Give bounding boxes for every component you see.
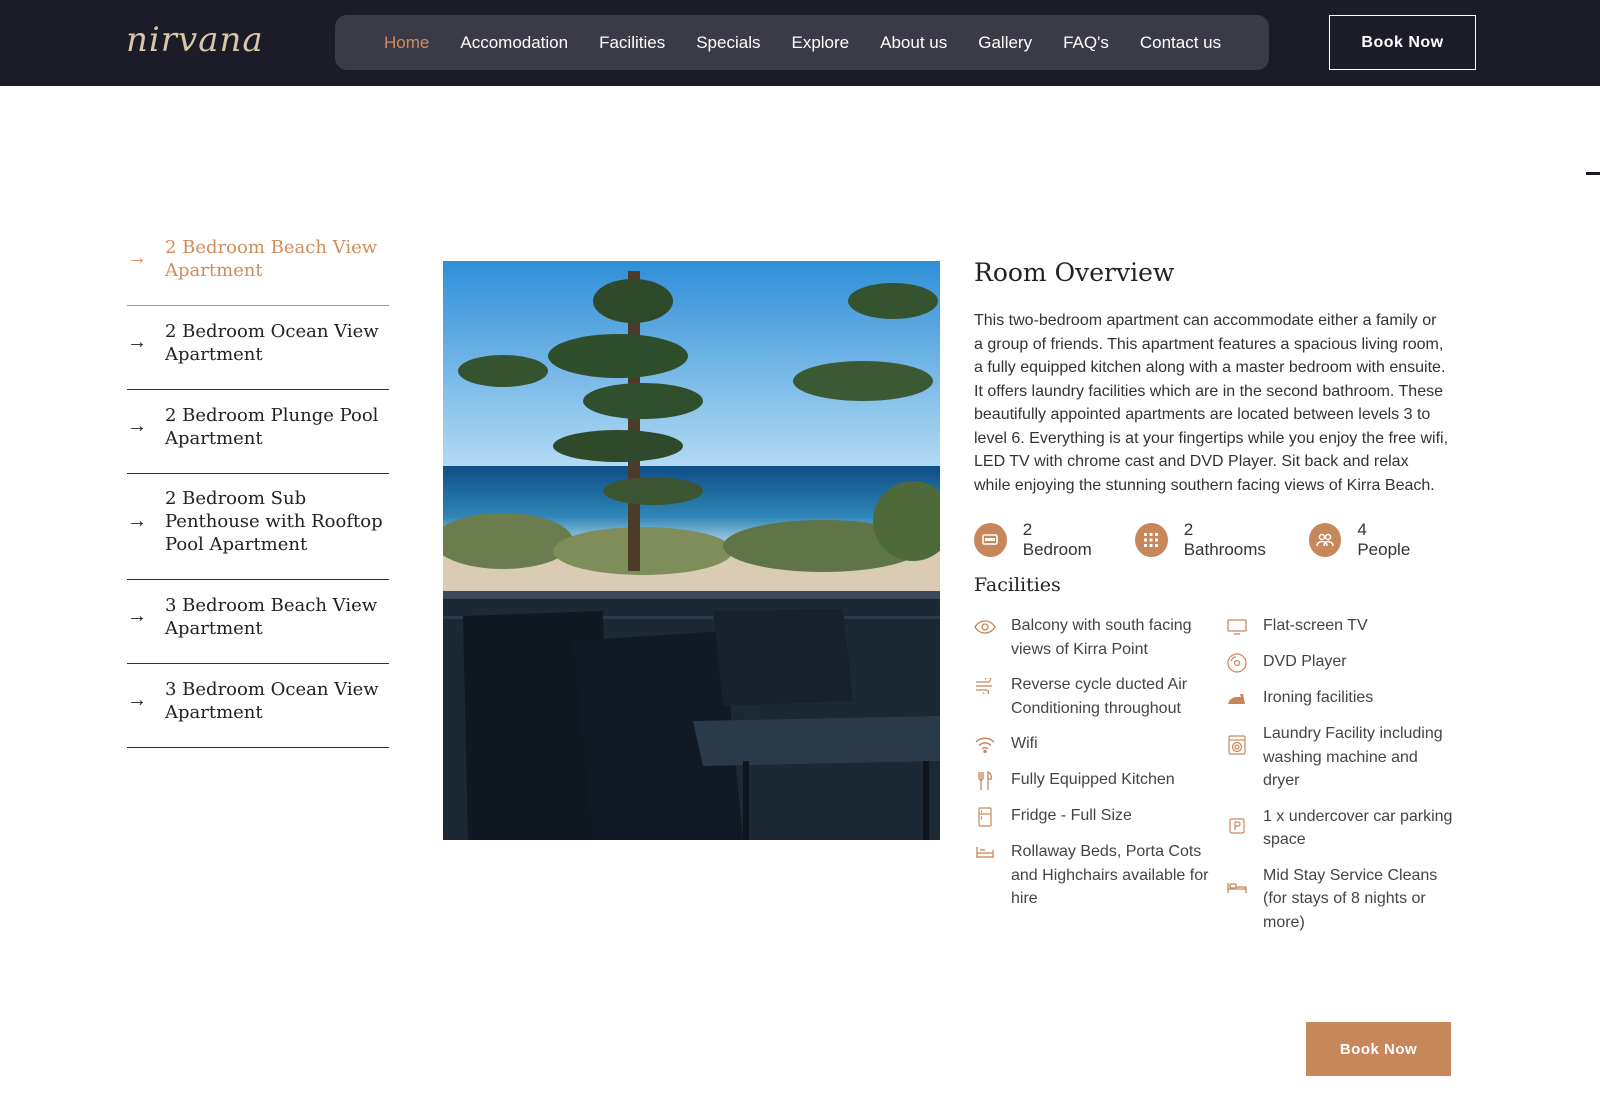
scroll-indicator [1586, 172, 1600, 175]
room-item-3br-ocean-view[interactable]: → 3 Bedroom Ocean View Apartment [127, 664, 389, 748]
room-item-2br-ocean-view[interactable]: → 2 Bedroom Ocean View Apartment [127, 306, 389, 390]
stat-label: 4 People [1357, 520, 1411, 559]
room-item-label: 3 Bedroom Ocean View Apartment [165, 678, 379, 723]
facility-item: Mid Stay Service Cleans (for stays of 8 … [1226, 864, 1456, 935]
room-overview-title: Room Overview [974, 258, 1175, 287]
facility-item: Balcony with south facing views of Kirra… [974, 614, 1214, 661]
wind-icon [974, 675, 996, 697]
stat-bathrooms: 2 Bathrooms [1134, 520, 1277, 560]
room-overview-text: This two-bedroom apartment can accommoda… [974, 312, 1449, 494]
facility-item: Reverse cycle ducted Air Conditioning th… [974, 673, 1214, 720]
facility-item: Flat-screen TV [1226, 614, 1456, 638]
parking-icon [1226, 815, 1248, 837]
arrow-right-icon: → [127, 415, 147, 437]
facility-label: DVD Player [1263, 653, 1347, 670]
room-item-label: 2 Bedroom Beach View Apartment [165, 236, 378, 281]
nav-explore[interactable]: Explore [791, 33, 849, 53]
facilities-column-right: Flat-screen TV DVD Player Ironing facili… [1226, 614, 1456, 946]
stat-people: 4 People [1308, 520, 1422, 560]
disc-icon [1226, 652, 1248, 674]
room-item-2br-beach-view[interactable]: → 2 Bedroom Beach View Apartment [127, 222, 389, 306]
room-item-2br-plunge-pool[interactable]: → 2 Bedroom Plunge Pool Apartment [127, 390, 389, 474]
nav-facilities[interactable]: Facilities [599, 33, 665, 53]
wifi-icon [974, 734, 996, 756]
room-photo [443, 261, 940, 840]
room-item-3br-beach-view[interactable]: → 3 Bedroom Beach View Apartment [127, 580, 389, 664]
cot-icon [974, 842, 996, 864]
room-item-label: 2 Bedroom Ocean View Apartment [165, 320, 379, 365]
facility-item: DVD Player [1226, 650, 1456, 674]
bed-icon [1226, 876, 1248, 898]
stat-bedrooms: 2 Bedroom [974, 520, 1103, 560]
nav-faqs[interactable]: FAQ's [1063, 33, 1109, 53]
arrow-right-icon: → [127, 510, 147, 532]
eye-icon [974, 616, 996, 638]
nav-specials[interactable]: Specials [696, 33, 760, 53]
facility-label: Flat-screen TV [1263, 617, 1368, 634]
main-nav: Home Accomodation Facilities Specials Ex… [335, 15, 1269, 70]
iron-icon [1226, 688, 1248, 710]
stat-label: 2 Bedroom [1022, 520, 1092, 559]
stat-label: 2 Bathrooms [1183, 520, 1266, 559]
facility-item: Rollaway Beds, Porta Cots and Highchairs… [974, 840, 1214, 911]
arrow-right-icon: → [127, 247, 147, 269]
room-item-label: 3 Bedroom Beach View Apartment [165, 594, 378, 639]
washer-icon [1226, 734, 1248, 756]
facility-item: Fully Equipped Kitchen [974, 768, 1214, 792]
facility-item: Wifi [974, 732, 1214, 756]
facility-label: Fridge - Full Size [1011, 807, 1132, 824]
grid-icon [1134, 523, 1168, 557]
logo[interactable]: nirvana [126, 20, 264, 60]
facility-label: Reverse cycle ducted Air Conditioning th… [1011, 676, 1188, 717]
room-details: Room Overview This two-bedroom apartment… [974, 258, 1454, 934]
nav-home[interactable]: Home [384, 33, 429, 53]
facilities-column-left: Balcony with south facing views of Kirra… [974, 614, 1214, 923]
facility-item: Laundry Facility including washing machi… [1226, 722, 1456, 793]
facility-label: Fully Equipped Kitchen [1011, 771, 1175, 788]
room-item-label: 2 Bedroom Plunge Pool Apartment [165, 404, 379, 449]
room-list: → 2 Bedroom Beach View Apartment → 2 Bed… [127, 222, 389, 748]
facility-item: Ironing facilities [1226, 686, 1456, 710]
facility-label: Rollaway Beds, Porta Cots and Highchairs… [1011, 843, 1209, 907]
nav-contact-us[interactable]: Contact us [1140, 33, 1221, 53]
facility-label: Ironing facilities [1263, 689, 1374, 706]
arrow-right-icon: → [127, 689, 147, 711]
facility-label: 1 x undercover car parking space [1263, 807, 1453, 849]
room-stats: 2 Bedroom 2 Bathrooms 4 People [974, 520, 1454, 560]
tv-icon [1226, 616, 1248, 638]
room-item-label: 2 Bedroom Sub Penthouse with Rooftop Poo… [165, 488, 383, 555]
facilities-title: Facilities [974, 574, 1061, 596]
book-now-button[interactable]: Book Now [1329, 15, 1476, 70]
facility-label: Mid Stay Service Cleans (for stays of 8 … [1263, 866, 1438, 931]
nav-accomodation[interactable]: Accomodation [460, 33, 568, 53]
arrow-right-icon: → [127, 605, 147, 627]
facility-label: Wifi [1011, 735, 1038, 752]
bed-icon [974, 523, 1007, 557]
arrow-right-icon: → [127, 331, 147, 353]
facility-label: Balcony with south facing views of Kirra… [1011, 617, 1192, 658]
room-item-2br-sub-penthouse[interactable]: → 2 Bedroom Sub Penthouse with Rooftop P… [127, 474, 389, 580]
cutlery-icon [974, 770, 996, 792]
site-header: nirvana Home Accomodation Facilities Spe… [0, 0, 1600, 86]
facility-item: Fridge - Full Size [974, 804, 1214, 828]
facility-label: Laundry Facility including washing machi… [1263, 725, 1443, 789]
facility-item: 1 x undercover car parking space [1226, 805, 1456, 852]
fridge-icon [974, 806, 996, 828]
nav-gallery[interactable]: Gallery [978, 33, 1032, 53]
facilities-list: Balcony with south facing views of Kirra… [974, 614, 1454, 934]
people-icon [1308, 523, 1342, 557]
nav-about-us[interactable]: About us [880, 33, 947, 53]
book-now-bottom-button[interactable]: Book Now [1306, 1022, 1451, 1076]
